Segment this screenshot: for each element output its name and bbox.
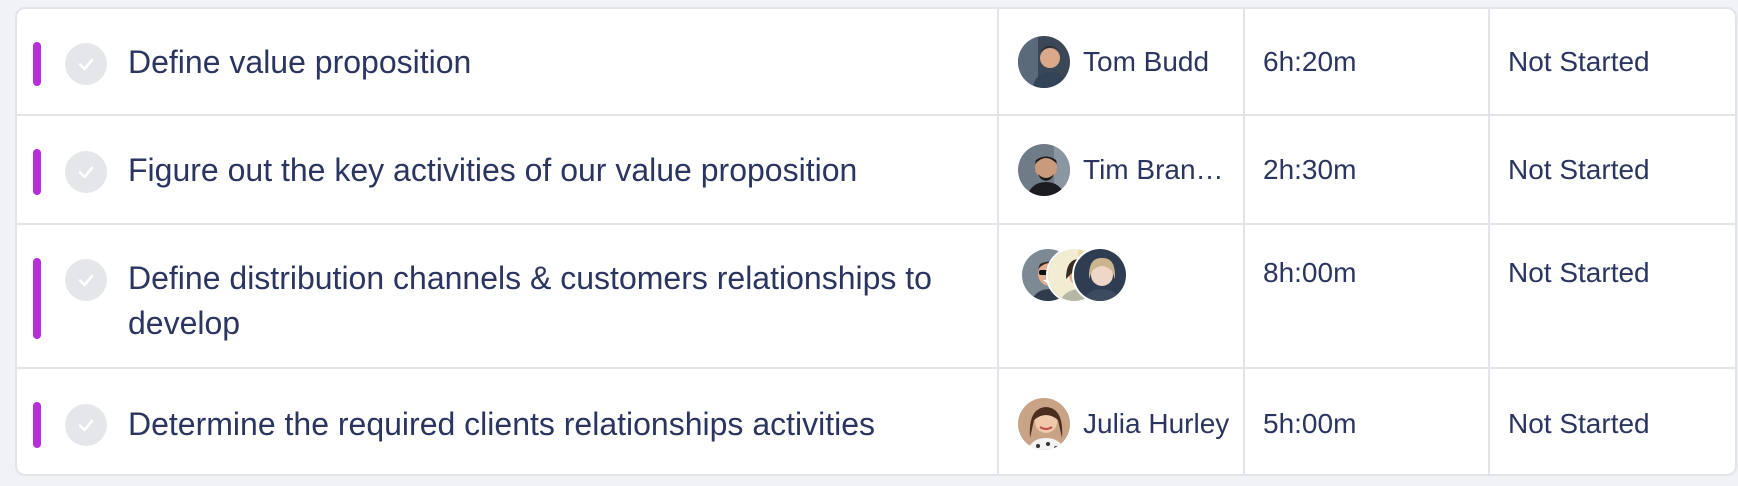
check-icon bbox=[78, 274, 94, 287]
complete-toggle[interactable] bbox=[65, 259, 107, 301]
assignee-name: Tom Budd bbox=[1083, 45, 1210, 77]
task-cell[interactable]: Figure out the key activities of our val… bbox=[17, 116, 999, 223]
task-cell[interactable]: Define value proposition bbox=[17, 9, 999, 114]
priority-bar bbox=[33, 258, 41, 339]
task-table: Define value proposition Tom Budd 6h:20m… bbox=[15, 7, 1737, 476]
assignee-name: Julia Hurley bbox=[1083, 407, 1230, 439]
complete-toggle[interactable] bbox=[65, 151, 107, 193]
status-cell[interactable]: Not Started bbox=[1490, 369, 1735, 474]
complete-toggle[interactable] bbox=[65, 43, 107, 85]
time-cell[interactable]: 6h:20m bbox=[1245, 9, 1490, 114]
avatar[interactable] bbox=[1016, 141, 1072, 198]
task-title[interactable]: Define value proposition bbox=[128, 40, 957, 85]
check-icon bbox=[78, 58, 94, 71]
avatar-group[interactable] bbox=[1020, 247, 1128, 303]
priority-bar bbox=[33, 402, 41, 448]
table-row[interactable]: Define distribution channels & customers… bbox=[17, 225, 1735, 369]
check-icon bbox=[78, 419, 94, 432]
time-estimate: 8h:00m bbox=[1263, 257, 1357, 288]
task-cell[interactable]: Define distribution channels & customers… bbox=[17, 225, 999, 367]
status-label: Not Started bbox=[1508, 153, 1650, 185]
task-title[interactable]: Define distribution channels & customers… bbox=[128, 256, 957, 346]
time-cell[interactable]: 5h:00m bbox=[1245, 369, 1490, 474]
avatar[interactable] bbox=[1072, 247, 1128, 303]
task-title[interactable]: Determine the required clients relations… bbox=[128, 402, 957, 447]
priority-bar bbox=[33, 149, 41, 195]
avatar[interactable] bbox=[1016, 395, 1072, 452]
assignee-name: Tim Bran… bbox=[1083, 153, 1224, 185]
task-cell[interactable]: Determine the required clients relations… bbox=[17, 369, 999, 474]
check-icon bbox=[78, 166, 94, 179]
assignee-cell[interactable] bbox=[999, 225, 1245, 367]
complete-toggle[interactable] bbox=[65, 404, 107, 446]
status-cell[interactable]: Not Started bbox=[1490, 116, 1735, 223]
assignee-cell[interactable]: Tim Bran… bbox=[999, 116, 1245, 223]
time-estimate: 6h:20m bbox=[1263, 45, 1357, 77]
status-cell[interactable]: Not Started bbox=[1490, 9, 1735, 114]
table-row[interactable]: Figure out the key activities of our val… bbox=[17, 116, 1735, 225]
task-title[interactable]: Figure out the key activities of our val… bbox=[128, 148, 957, 193]
time-cell[interactable]: 8h:00m bbox=[1245, 225, 1490, 367]
assignee-cell[interactable]: Julia Hurley bbox=[999, 369, 1245, 474]
time-estimate: 5h:00m bbox=[1263, 407, 1357, 439]
time-cell[interactable]: 2h:30m bbox=[1245, 116, 1490, 223]
assignee-cell[interactable]: Tom Budd bbox=[999, 9, 1245, 114]
status-label: Not Started bbox=[1508, 407, 1650, 439]
status-cell[interactable]: Not Started bbox=[1490, 225, 1735, 367]
status-label: Not Started bbox=[1508, 45, 1650, 77]
status-label: Not Started bbox=[1508, 257, 1650, 288]
table-row[interactable]: Determine the required clients relations… bbox=[17, 369, 1735, 474]
table-row[interactable]: Define value proposition Tom Budd 6h:20m… bbox=[17, 9, 1735, 116]
priority-bar bbox=[33, 42, 41, 86]
time-estimate: 2h:30m bbox=[1263, 153, 1357, 185]
avatar[interactable] bbox=[1016, 33, 1072, 90]
